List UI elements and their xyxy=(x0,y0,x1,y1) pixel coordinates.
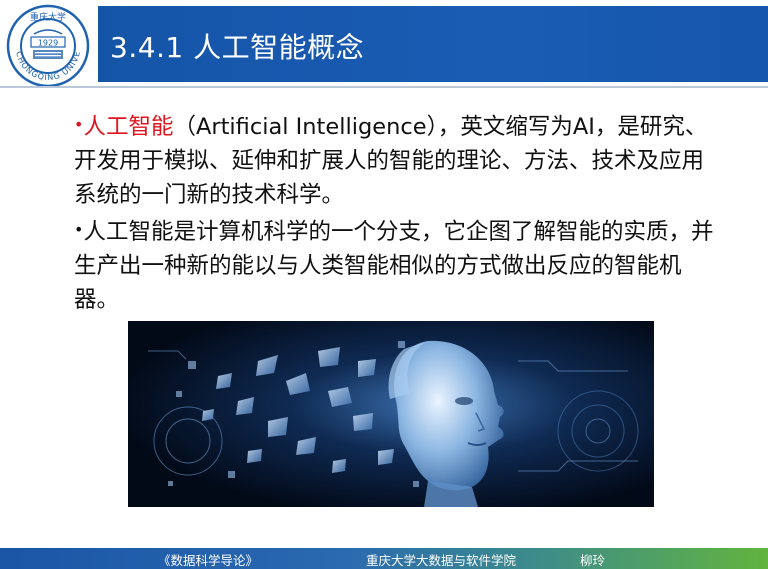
ai-head-illustration-icon xyxy=(128,321,654,507)
logo-year: 1929 xyxy=(38,39,58,48)
footer-author: 柳玲 xyxy=(580,553,606,568)
footer-book-title: 《数据科学导论》 xyxy=(158,553,259,568)
title-bar: 3.4.1 人工智能概念 xyxy=(98,6,768,82)
slide-title: 3.4.1 人工智能概念 xyxy=(110,31,365,64)
paragraph-text: 人工智能是计算机科学的一个分支，它企图了解智能的实质，并生产出一种新的能以与人类… xyxy=(74,218,714,314)
slide-footer: 《数据科学导论》 重庆大学大数据与软件学院 柳玲 xyxy=(0,548,768,569)
slide-header: CHONGQING UNIVERSITY 重庆大学 1929 3.4.1 人工智… xyxy=(0,0,768,88)
slide-body: •人工智能（Artificial Intelligence），英文缩写为AI，是… xyxy=(74,108,714,317)
highlight-term: 人工智能 xyxy=(83,114,174,140)
university-logo: CHONGQING UNIVERSITY 重庆大学 1929 xyxy=(0,0,92,88)
logo-top-text: 重庆大学 xyxy=(30,11,66,23)
bullet-paragraph-1: •人工智能（Artificial Intelligence），英文缩写为AI，是… xyxy=(74,108,714,213)
university-seal-icon: CHONGQING UNIVERSITY 重庆大学 1929 xyxy=(0,0,90,88)
header-divider xyxy=(0,86,768,88)
bullet-paragraph-2: •人工智能是计算机科学的一个分支，它企图了解智能的实质，并生产出一种新的能以与人… xyxy=(74,213,714,318)
ai-head-image xyxy=(128,321,654,507)
footer-school: 重庆大学大数据与软件学院 xyxy=(366,553,517,568)
